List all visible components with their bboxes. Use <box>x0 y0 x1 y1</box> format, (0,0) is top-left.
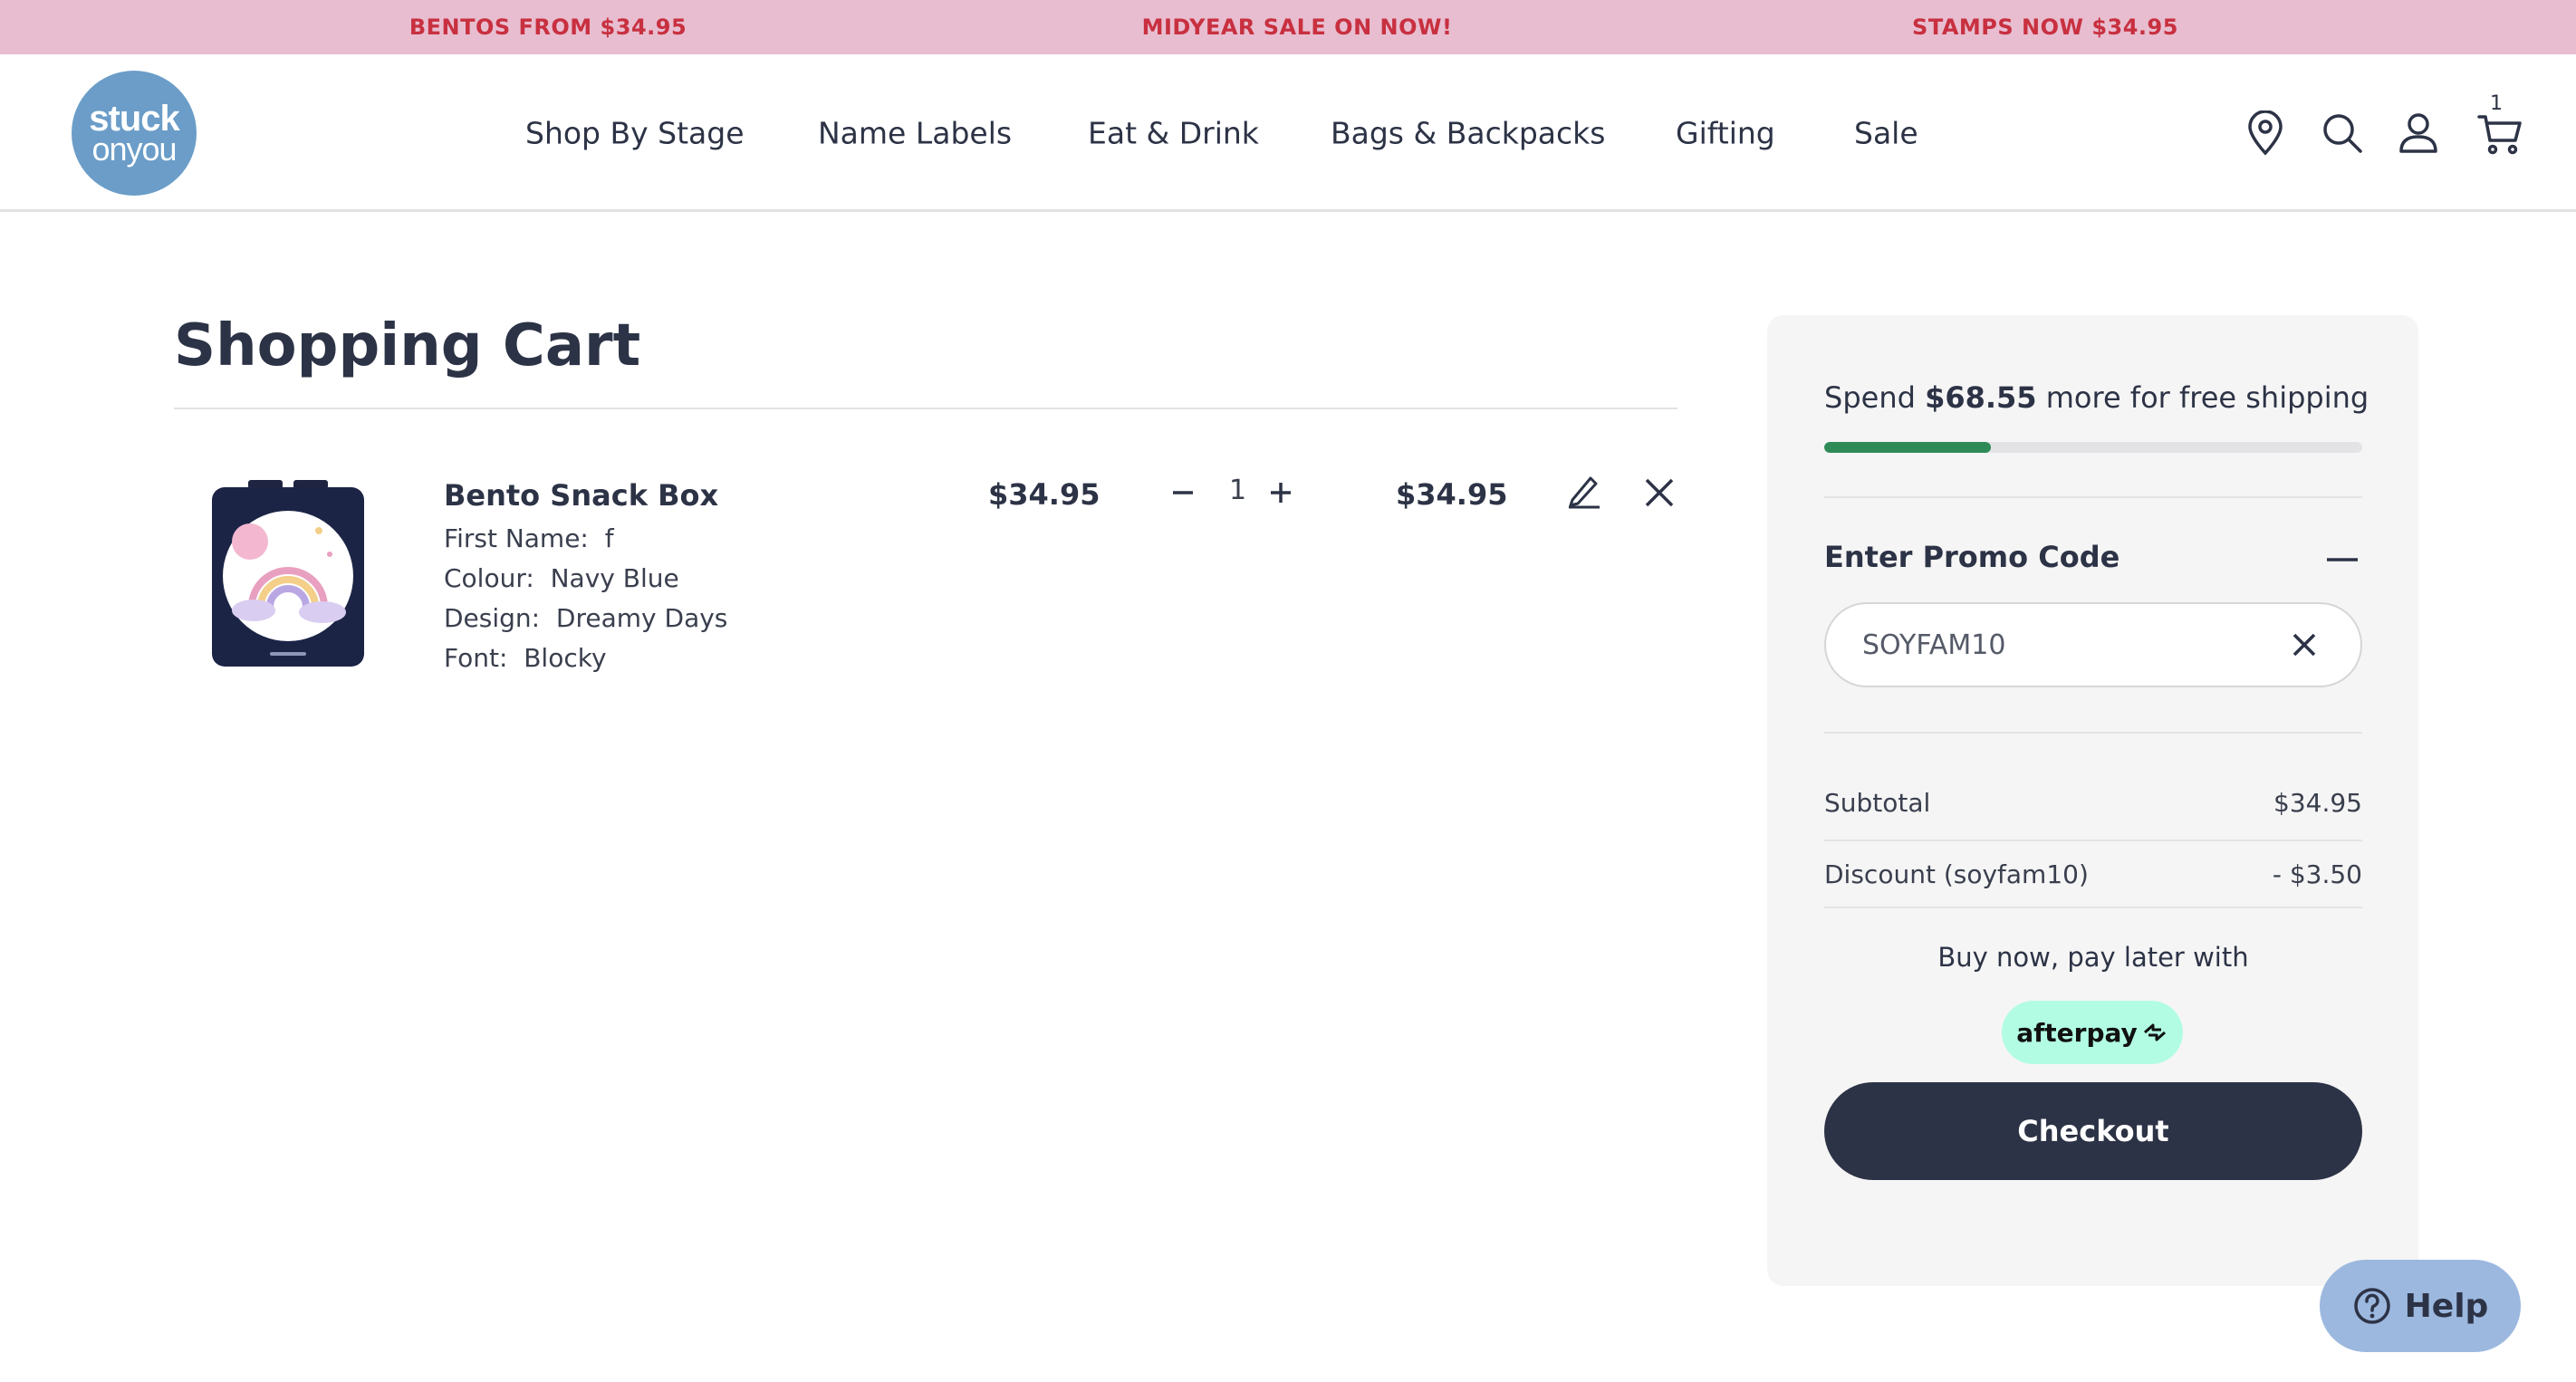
option-design: Design: Dreamy Days <box>444 603 727 633</box>
summary-divider <box>1824 907 2362 908</box>
summary-divider <box>1824 496 2362 498</box>
remove-item-button[interactable] <box>1638 471 1681 514</box>
close-icon <box>1645 478 1674 507</box>
discount-label: Discount (soyfam10) <box>1824 859 2089 889</box>
edit-item-button[interactable] <box>1562 469 1606 513</box>
summary-divider <box>1824 732 2362 734</box>
nav-name-labels[interactable]: Name Labels <box>818 116 1012 151</box>
shipping-prefix: Spend <box>1824 380 1916 415</box>
option-font: Font: Blocky <box>444 643 607 673</box>
search-icon[interactable] <box>2315 106 2369 160</box>
option-colour: Colour: Navy Blue <box>444 563 679 593</box>
shipping-progress-fill <box>1824 442 1992 453</box>
announcement-bentos[interactable]: BENTOS FROM $34.95 <box>409 14 687 40</box>
question-circle-icon <box>2353 1288 2390 1324</box>
nav-eat-drink[interactable]: Eat & Drink <box>1088 116 1259 151</box>
increase-quantity-button[interactable] <box>1259 471 1302 514</box>
quantity-value[interactable]: 1 <box>1229 475 1246 506</box>
product-name[interactable]: Bento Snack Box <box>444 478 718 513</box>
afterpay-label: afterpay <box>2016 1017 2138 1048</box>
help-label: Help <box>2404 1287 2489 1325</box>
announcement-sale[interactable]: MIDYEAR SALE ON NOW! <box>1142 14 1453 40</box>
checkout-button[interactable]: Checkout <box>1824 1082 2362 1180</box>
cart-count-badge: 1 <box>2490 92 2503 115</box>
clear-promo-button[interactable] <box>2286 627 2322 663</box>
nav-shop-by-stage[interactable]: Shop By Stage <box>525 116 745 151</box>
nav-sale[interactable]: Sale <box>1854 116 1918 151</box>
shipping-amount: $68.55 <box>1925 380 2037 415</box>
pencil-icon <box>1569 476 1600 509</box>
announcement-stamps[interactable]: STAMPS NOW $34.95 <box>1912 14 2178 40</box>
subtotal-value: $34.95 <box>2273 788 2362 818</box>
option-label: First Name: <box>444 523 589 553</box>
nav-gifting[interactable]: Gifting <box>1676 116 1775 151</box>
nav-bags-backpacks[interactable]: Bags & Backpacks <box>1331 116 1605 151</box>
discount-value: - $3.50 <box>2272 859 2362 889</box>
user-icon[interactable] <box>2391 106 2446 160</box>
shipping-progress-bar <box>1824 442 2362 453</box>
shipping-suffix: more for free shipping <box>2045 380 2369 415</box>
subtotal-label: Subtotal <box>1824 788 1931 818</box>
option-value: Blocky <box>524 643 607 673</box>
title-divider <box>174 408 1677 409</box>
afterpay-arrows-icon <box>2143 1023 2166 1041</box>
minus-icon <box>1173 491 1193 494</box>
minus-icon <box>2327 558 2358 561</box>
page-title: Shopping Cart <box>174 312 641 379</box>
option-label: Font: <box>444 643 508 673</box>
announcement-bar: BENTOS FROM $34.95 MIDYEAR SALE ON NOW! … <box>0 0 2576 54</box>
promo-collapse-button[interactable] <box>2324 542 2360 578</box>
afterpay-badge[interactable]: afterpay <box>2002 1001 2183 1064</box>
product-image[interactable] <box>210 480 366 668</box>
option-value: Navy Blue <box>550 563 679 593</box>
line-total: $34.95 <box>1396 477 1508 512</box>
summary-divider <box>1824 840 2362 841</box>
option-label: Design: <box>444 603 541 633</box>
option-label: Colour: <box>444 563 534 593</box>
promo-code-input[interactable] <box>1824 602 2362 687</box>
option-first-name: First Name: f <box>444 523 614 553</box>
main-nav: Shop By Stage Name Labels Eat & Drink Ba… <box>0 54 2576 212</box>
close-icon <box>2292 633 2316 657</box>
option-value: Dreamy Days <box>555 603 728 633</box>
location-pin-icon[interactable] <box>2238 106 2292 160</box>
site-header: stuck onyou Shop By Stage Name Labels Ea… <box>0 54 2576 212</box>
help-button[interactable]: Help <box>2320 1260 2521 1352</box>
option-value: f <box>604 523 614 553</box>
decrease-quantity-button[interactable] <box>1161 471 1205 514</box>
free-shipping-message: Spend $68.55 more for free shipping <box>1824 380 2369 415</box>
promo-code-heading[interactable]: Enter Promo Code <box>1824 540 2119 574</box>
bnpl-message: Buy now, pay later with <box>1937 942 2249 973</box>
plus-icon <box>1271 483 1291 503</box>
unit-price: $34.95 <box>988 477 1101 512</box>
